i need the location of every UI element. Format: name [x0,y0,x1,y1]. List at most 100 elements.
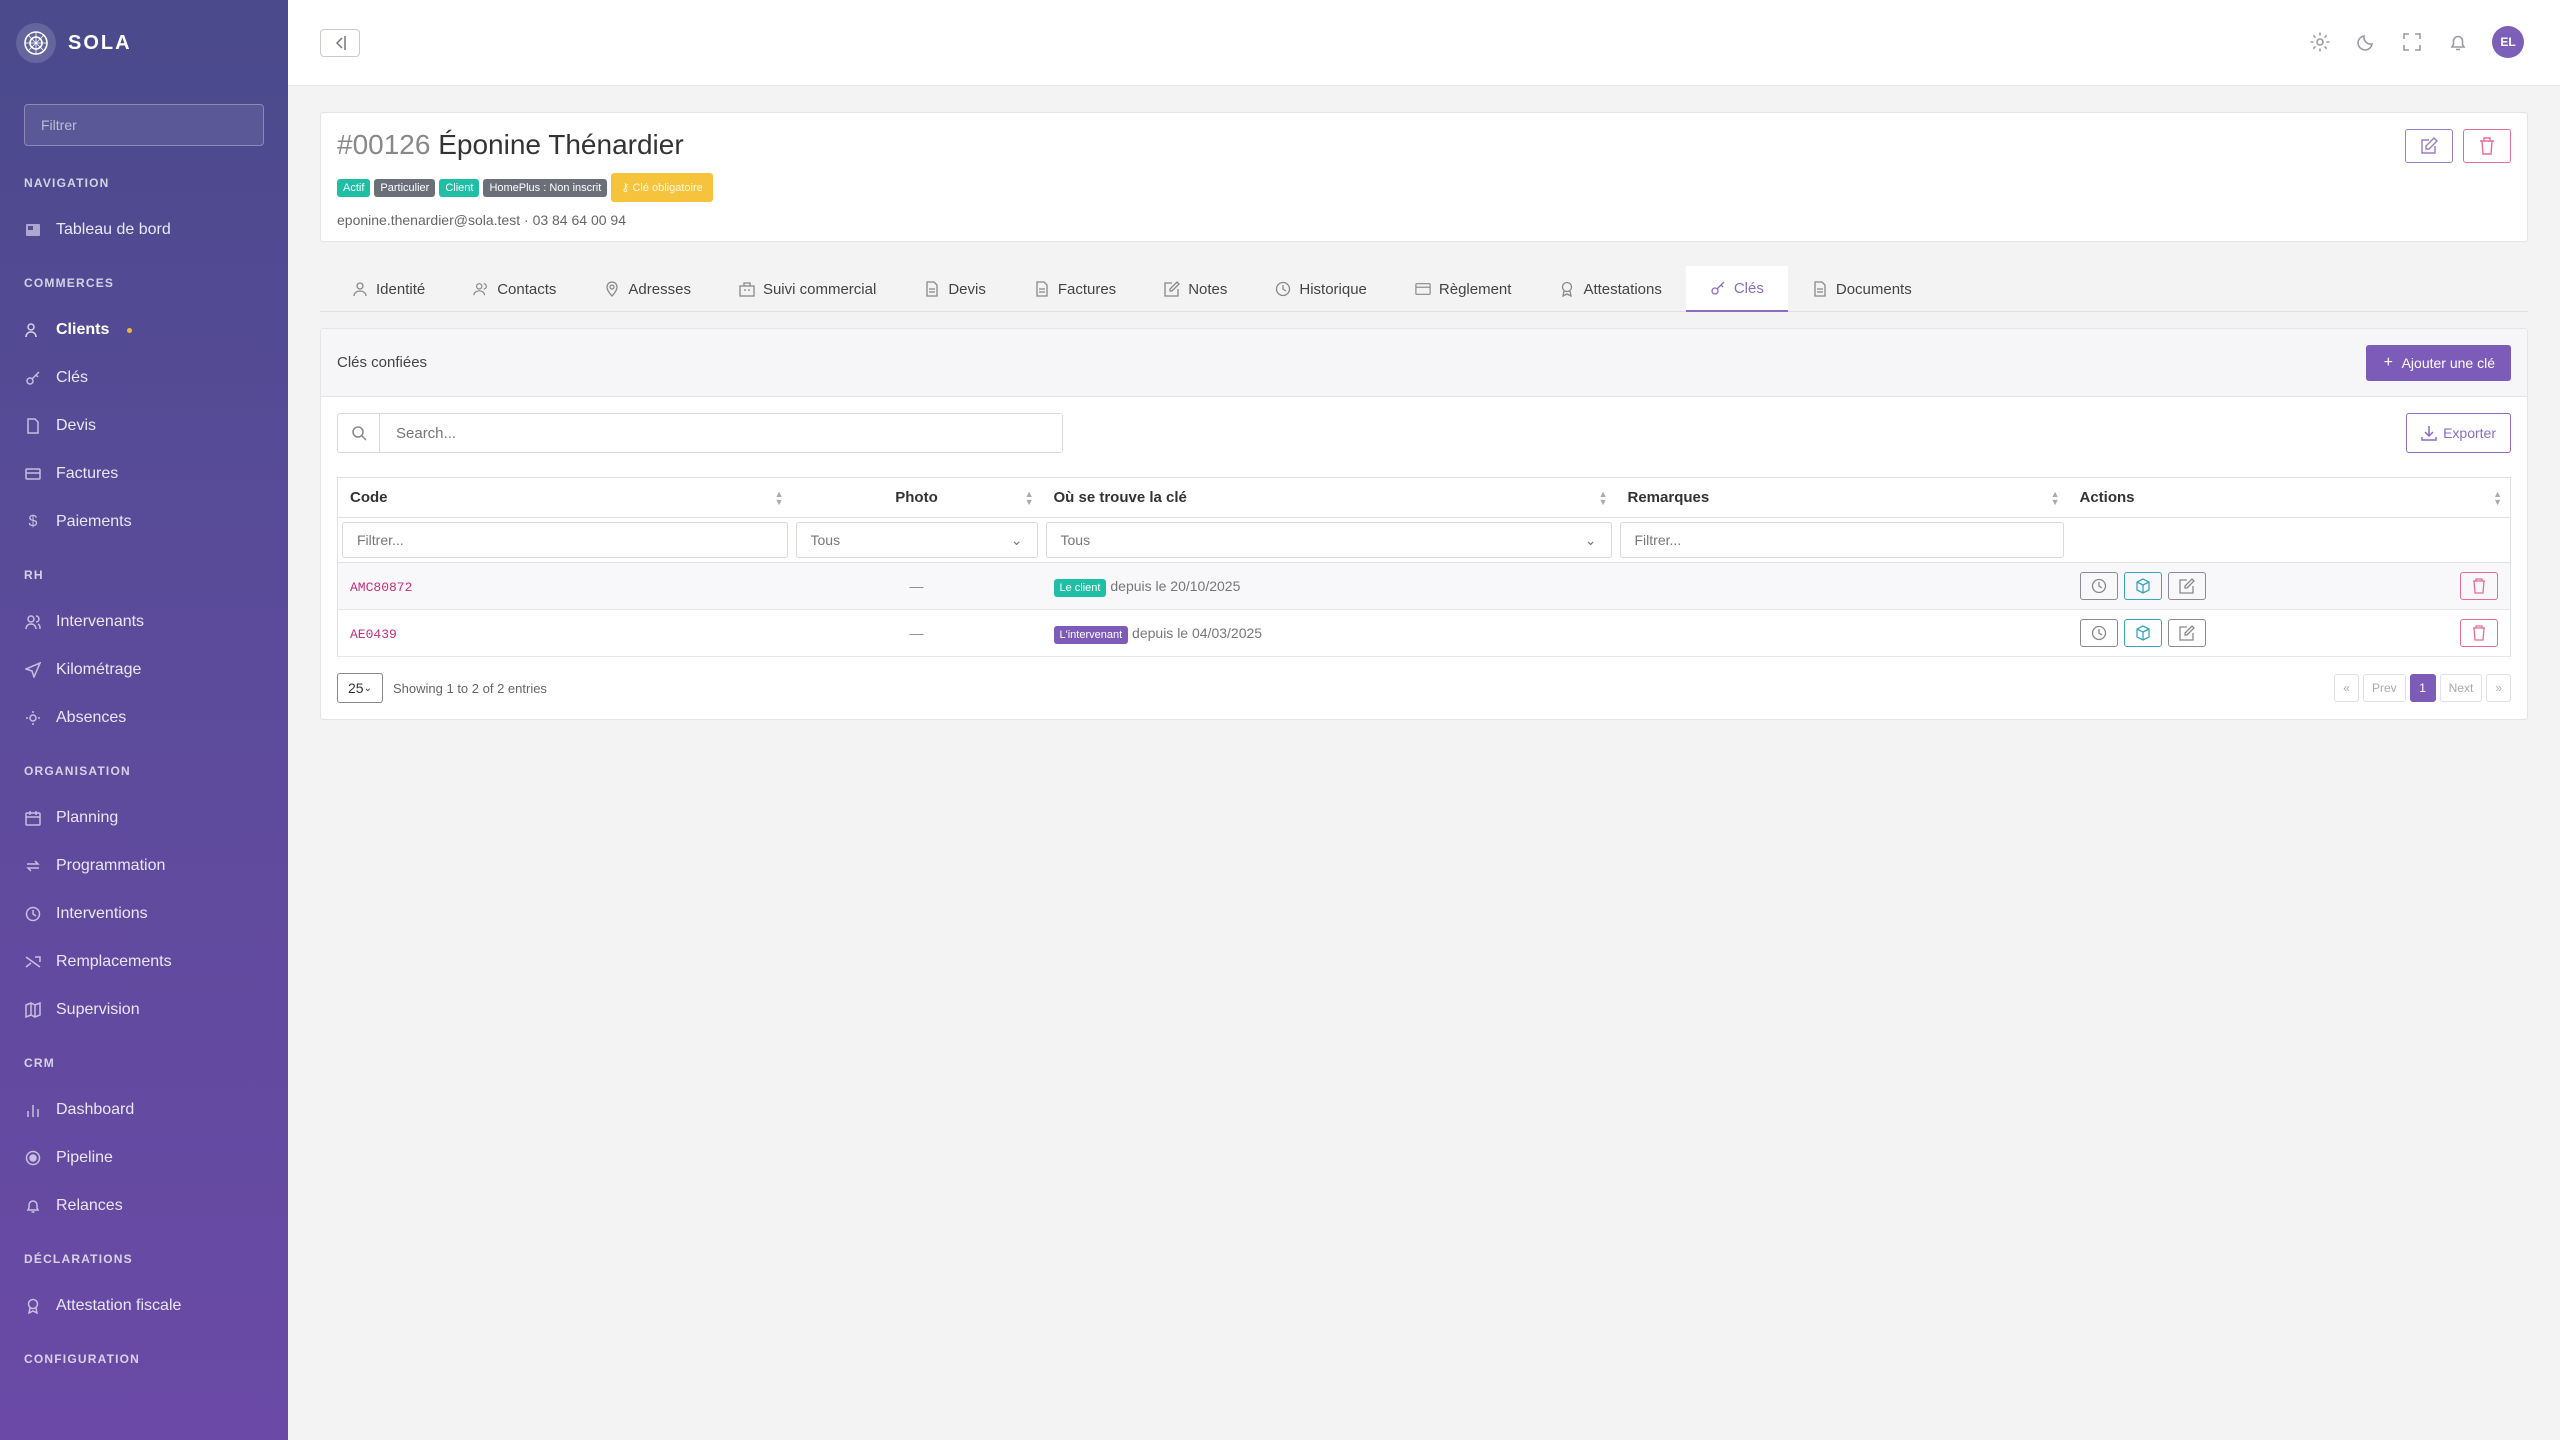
fullscreen-icon[interactable] [2400,30,2424,54]
sidebar-item-clients[interactable]: Clients [0,306,288,354]
delete-key-button[interactable] [2460,619,2498,647]
client-header-card: #00126 Éponine Thénardier Actif Particul… [320,112,2528,242]
column-header-code[interactable]: Code ▲ ▼ [337,477,792,518]
sidebar-item-paiements[interactable]: $ Paiements [0,498,288,546]
sidebar-item-dashboard[interactable]: Dashboard [0,1086,288,1134]
tab-contacts[interactable]: Contacts [449,266,580,312]
brand[interactable]: SOLA [0,0,288,86]
page-size-select[interactable]: 25 ⌄ [337,673,383,703]
sidebar-item-cles[interactable]: Clés [0,354,288,402]
column-header-location[interactable]: Où se trouve la clé ▲ ▼ [1041,477,1616,518]
tab-label: Adresses [628,280,691,298]
sidebar-item-devis[interactable]: Devis [0,402,288,450]
page-1-button[interactable]: 1 [2409,674,2436,702]
sidebar-item-relances[interactable]: Relances [0,1182,288,1230]
tab-devis[interactable]: Devis [900,266,1010,312]
sidebar-item-factures[interactable]: Factures [0,450,288,498]
key-code-link[interactable]: AMC80872 [350,580,412,595]
tab-historique[interactable]: Historique [1251,266,1391,312]
tab-factures[interactable]: Factures [1010,266,1140,312]
collapse-sidebar-button[interactable] [320,29,360,57]
photo-filter-select[interactable]: Tous ⌄ [795,522,1038,558]
user-avatar[interactable]: EL [2492,26,2524,58]
sidebar-item-intervenants[interactable]: Intervenants [0,598,288,646]
next-page-button[interactable]: Next [2439,674,2483,702]
tab-notes[interactable]: Notes [1140,266,1251,312]
map-icon [24,1001,42,1019]
calendar-icon [24,809,42,827]
history-button[interactable] [2079,619,2118,647]
page-size-value: 25 [348,680,364,696]
key-code-link[interactable]: AE0439 [350,627,397,642]
sidebar-item-attestation-fiscale[interactable]: Attestation fiscale [0,1282,288,1330]
sidebar-item-programmation[interactable]: Programmation [0,842,288,890]
sidebar-item-supervision[interactable]: Supervision [0,986,288,1034]
tab-documents[interactable]: Documents [1788,266,1936,312]
transfer-button[interactable] [2123,572,2162,600]
sidebar-item-remplacements[interactable]: Remplacements [0,938,288,986]
sidebar-item-kilometrage[interactable]: Kilométrage [0,646,288,694]
add-key-button[interactable]: Ajouter une clé [2365,344,2511,381]
client-email: eponine.thenardier@sola.test [337,212,521,228]
sidebar-item-label: Dashboard [56,1101,135,1118]
sidebar-item-interventions[interactable]: Interventions [0,890,288,938]
sidebar-item-pipeline[interactable]: Pipeline [0,1134,288,1182]
last-page-button[interactable]: » [2486,674,2511,702]
tab-identite[interactable]: Identité [328,266,449,312]
delete-client-button[interactable] [2463,129,2511,163]
box-icon [2135,578,2150,594]
edit-key-button[interactable] [2167,619,2206,647]
sidebar-filter-input[interactable]: Filtrer [24,104,264,146]
client-title: #00126 Éponine Thénardier [337,129,2511,161]
client-tabs: Identité Contacts Adresses Suivi commerc… [320,266,2528,312]
edit-icon [2178,625,2195,641]
search-input[interactable] [380,414,1062,452]
remarks-filter-input[interactable]: Filtrer... [1619,522,2064,558]
credit-card-icon [1415,281,1431,297]
dashboard-icon [24,221,42,239]
sidebar-item-absences[interactable]: Absences [0,694,288,742]
tab-cles[interactable]: Clés [1685,266,1788,312]
keys-table: Code ▲ ▼ Photo ▲ ▼ Où se trouve la clé ▲ ▼ Rem… [337,477,2511,657]
column-header-actions[interactable]: Actions ▲ ▼ [2067,477,2511,518]
building-icon [739,281,755,297]
tab-label: Clés [1733,279,1764,297]
photo-cell: — [791,562,1042,610]
first-page-button[interactable]: « [2334,674,2359,702]
history-button[interactable] [2079,572,2118,600]
chevron-down-icon: ⌄ [1584,531,1597,548]
section-organisation: ORGANISATION [24,764,131,778]
location-filter-select[interactable]: Tous ⌄ [1045,522,1612,558]
target-icon [24,1149,42,1167]
key-icon [24,369,42,387]
prev-page-button[interactable]: Prev [2362,674,2406,702]
client-phone: 03 84 64 00 94 [532,212,626,228]
tab-suivi-commercial[interactable]: Suivi commercial [715,266,900,312]
key-icon [1710,280,1726,296]
delete-key-button[interactable] [2460,572,2498,600]
dark-mode-icon[interactable] [2354,30,2378,54]
user-icon [352,281,368,297]
column-header-remarks[interactable]: Remarques ▲ ▼ [1615,477,2068,518]
code-filter-input[interactable]: Filtrer... [342,522,788,558]
location-badge: L'intervenant [1053,626,1129,644]
column-label: Actions [2079,489,2135,506]
export-button[interactable]: Exporter [2406,413,2511,453]
sidebar-item-tableau-de-bord[interactable]: Tableau de bord [0,206,288,254]
edit-key-button[interactable] [2167,572,2206,600]
clock-icon [24,905,42,923]
edit-icon [2421,137,2438,154]
tab-attestations[interactable]: Attestations [1535,266,1685,312]
tab-reglement[interactable]: Règlement [1391,266,1536,312]
settings-icon[interactable] [2308,30,2332,54]
table-row: AMC80872 — Le client depuis le 20/10/202… [337,562,2511,610]
sidebar-item-planning[interactable]: Planning [0,794,288,842]
tab-adresses[interactable]: Adresses [580,266,715,312]
edit-client-button[interactable] [2405,129,2453,163]
notifications-bell-icon[interactable] [2446,30,2470,54]
sidebar-item-label: Relances [56,1197,123,1214]
transfer-button[interactable] [2123,619,2162,647]
column-header-photo[interactable]: Photo ▲ ▼ [791,477,1042,518]
sort-icon: ▲ ▼ [1598,489,1608,507]
sidebar-item-label: Pipeline [56,1149,113,1166]
